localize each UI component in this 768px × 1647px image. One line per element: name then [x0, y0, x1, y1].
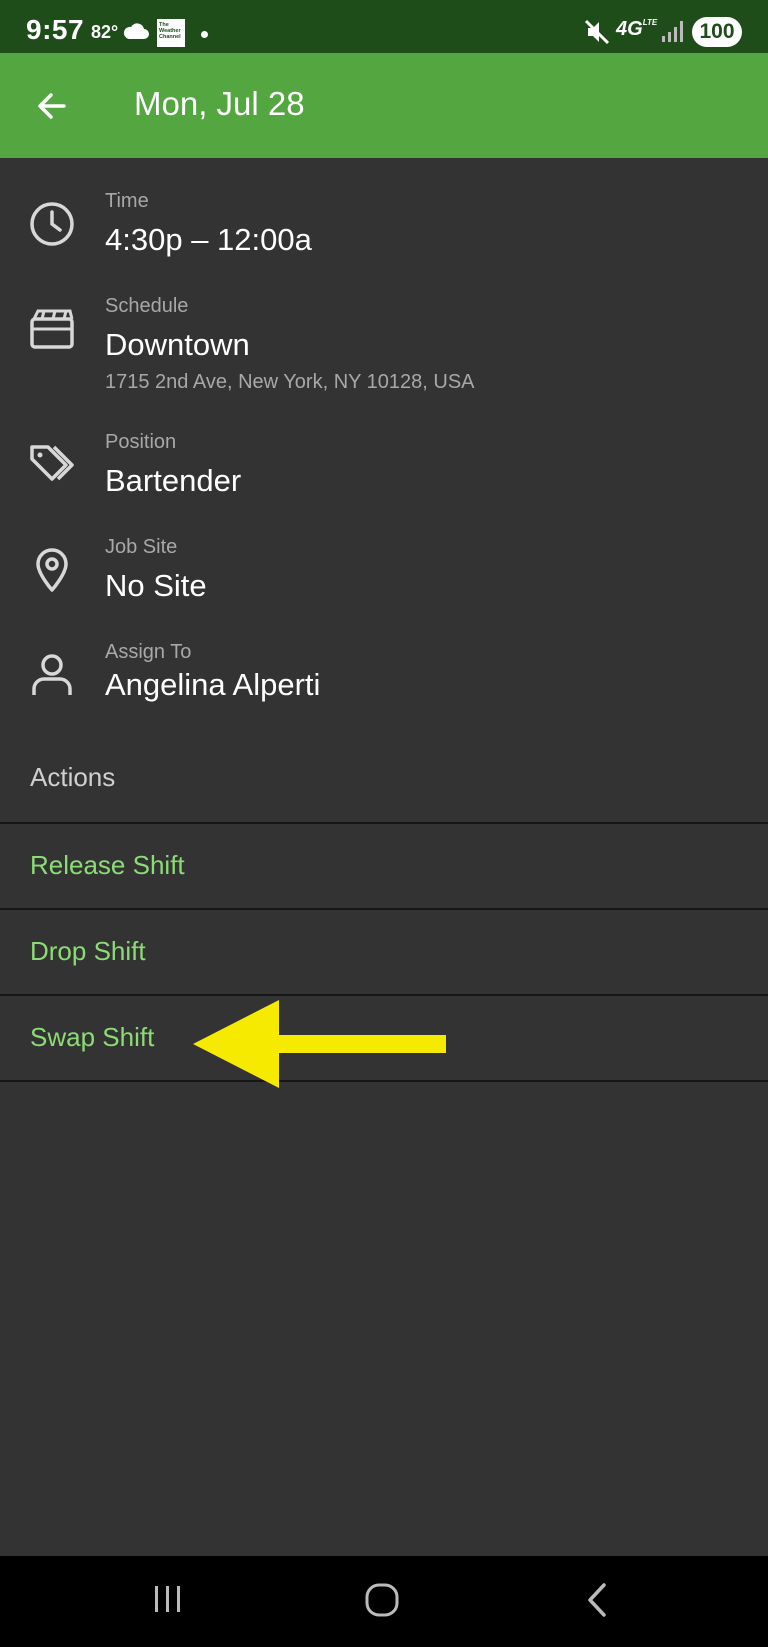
- position-value: Bartender: [105, 463, 242, 498]
- system-nav-bar: [0, 1556, 768, 1647]
- schedule-icon: [30, 309, 74, 349]
- status-bar: 9:57 82° The Weather Channel 4GLTE 100: [0, 0, 768, 53]
- swap-shift-label: Swap Shift: [30, 1022, 155, 1052]
- notification-dot-icon: [201, 31, 208, 38]
- drop-shift-label: Drop Shift: [30, 936, 146, 966]
- job-site-value: No Site: [105, 568, 207, 603]
- tag-icon: [30, 445, 74, 481]
- back-arrow-icon[interactable]: [34, 88, 70, 124]
- location-pin-icon: [36, 548, 68, 592]
- actions-header: Actions: [30, 762, 116, 792]
- status-temperature: 82°: [91, 22, 119, 42]
- battery-indicator: 100: [692, 17, 742, 47]
- home-icon[interactable]: [364, 1582, 400, 1618]
- schedule-label: Schedule: [105, 295, 189, 317]
- network-indicator: 4GLTE: [616, 18, 658, 40]
- clock-icon: [30, 202, 74, 246]
- time-value: 4:30p – 12:00a: [105, 222, 312, 257]
- job-site-label: Job Site: [105, 536, 178, 558]
- yellow-arrow-icon: [193, 1000, 446, 1088]
- drop-shift-button[interactable]: Drop Shift: [0, 908, 768, 994]
- release-shift-button[interactable]: Release Shift: [0, 822, 768, 908]
- recent-apps-icon[interactable]: [150, 1582, 186, 1616]
- schedule-value: Downtown: [105, 327, 250, 362]
- schedule-address: 1715 2nd Ave, New York, NY 10128, USA: [105, 371, 475, 393]
- weather-channel-icon: The Weather Channel: [157, 19, 185, 47]
- mute-icon: [584, 19, 610, 45]
- person-icon: [32, 654, 72, 695]
- cloud-icon: [123, 23, 149, 39]
- app-bar: Mon, Jul 28: [0, 53, 768, 158]
- release-shift-label: Release Shift: [30, 850, 185, 880]
- time-label: Time: [105, 190, 149, 212]
- status-time: 9:57: [26, 14, 85, 45]
- assign-to-label: Assign To: [105, 641, 192, 663]
- back-nav-icon[interactable]: [584, 1582, 612, 1618]
- page-title: Mon, Jul 28: [134, 85, 305, 122]
- assign-to-value: Angelina Alperti: [105, 667, 321, 702]
- position-label: Position: [105, 431, 177, 453]
- signal-icon: [662, 21, 683, 42]
